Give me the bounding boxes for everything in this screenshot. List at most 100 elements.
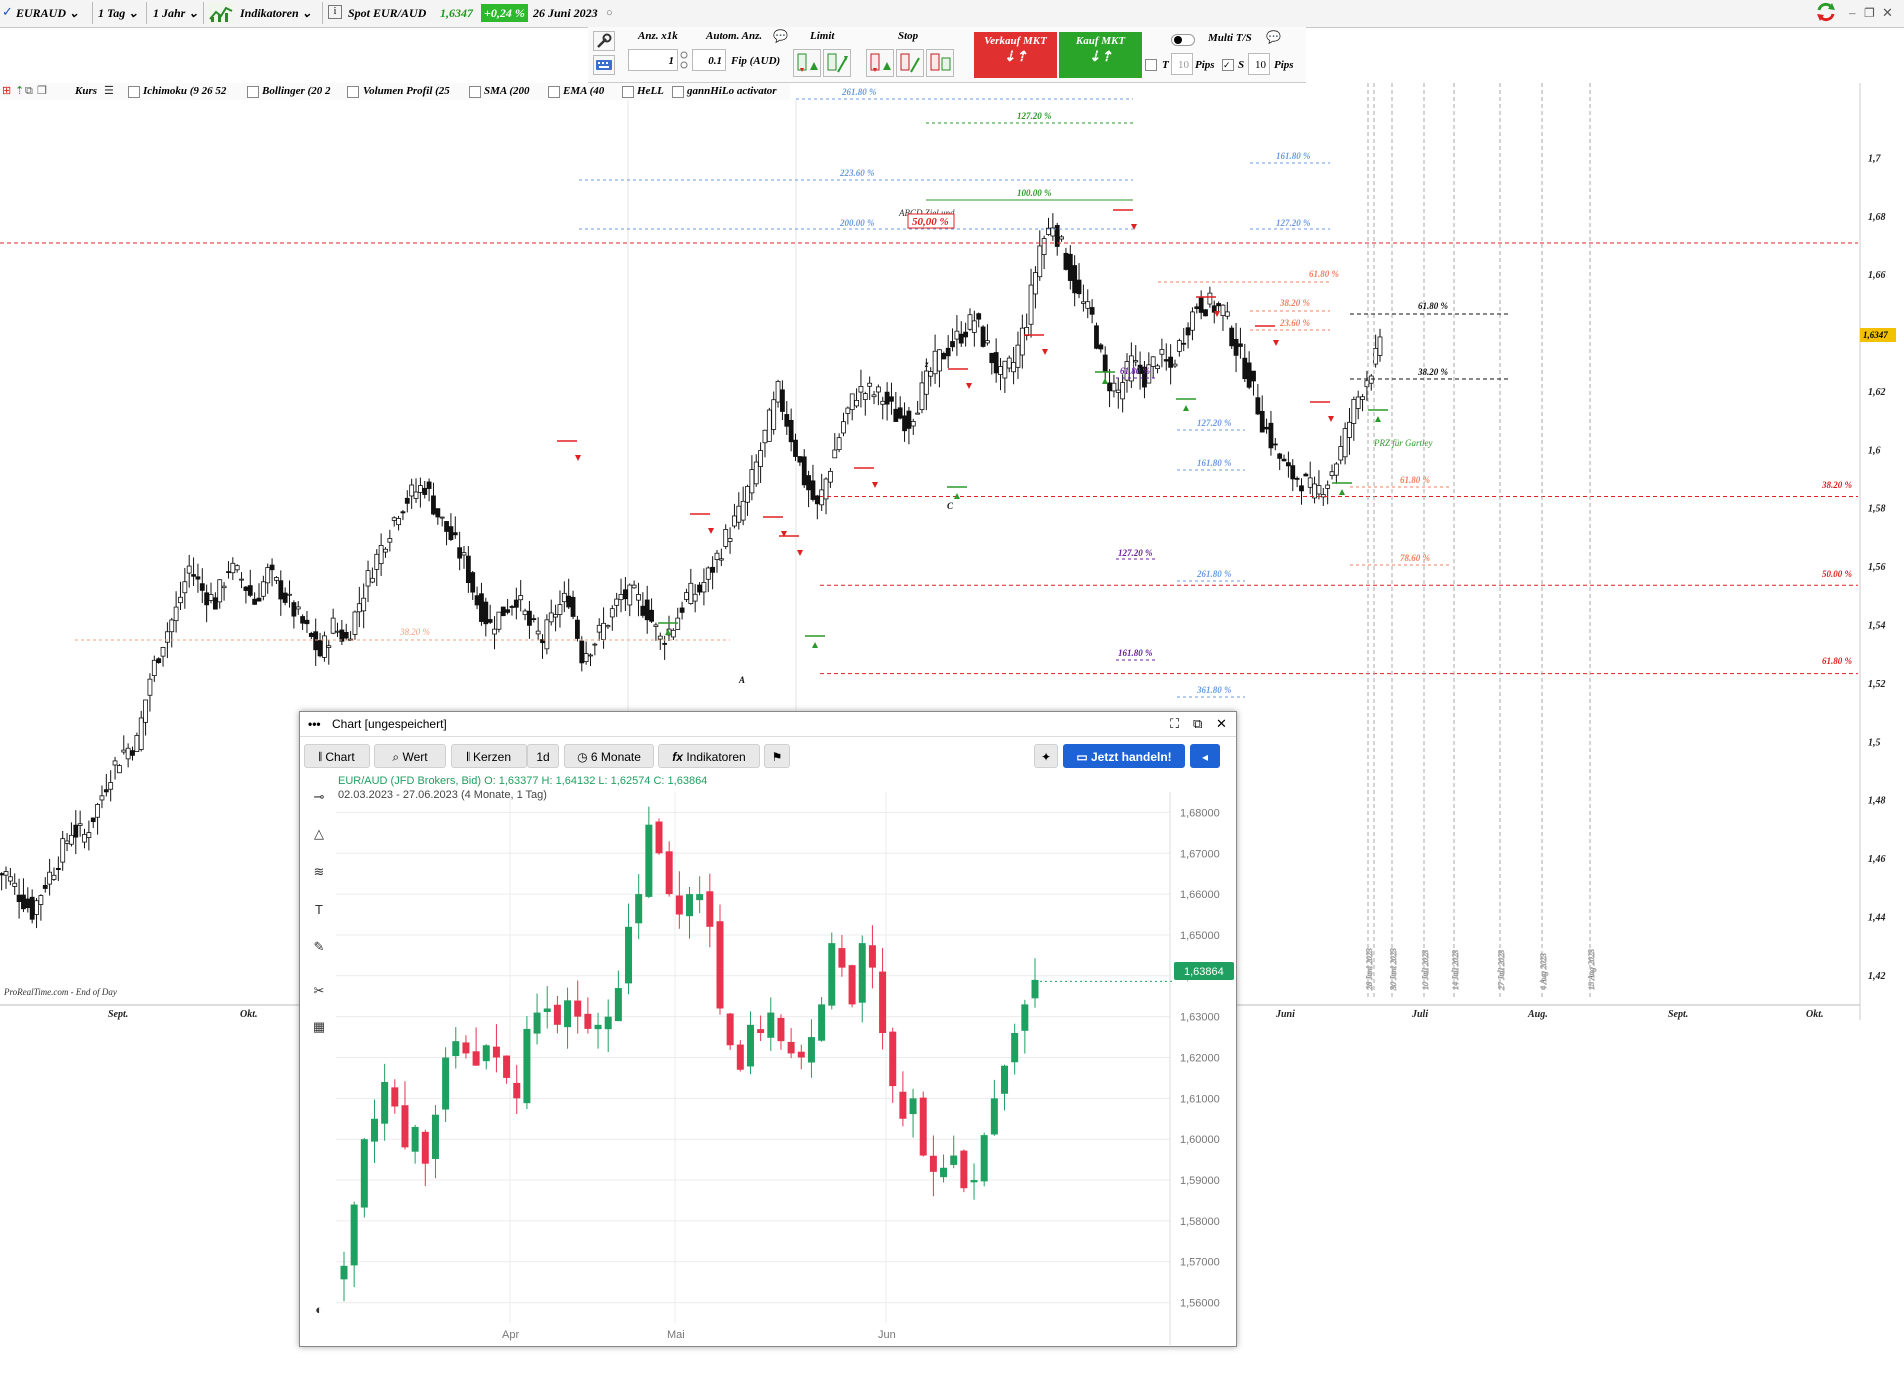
trade-now-button[interactable]: ▭ Jetzt handeln! [1063,744,1185,768]
month-label: Okt. [1806,1009,1824,1020]
popout-icon[interactable]: ⧉ [1193,712,1202,736]
chat-bubble-icon[interactable]: 💬 [773,29,788,44]
main-candle [278,580,284,600]
chart-type-button[interactable]: 𝄃 Chart [304,744,370,768]
main-candle [1224,311,1230,317]
main-candle [941,353,947,360]
main-candle [684,592,689,600]
main-candle [862,393,868,400]
main-candle [121,749,127,753]
main-candle [875,386,881,393]
panel-candle [350,1204,358,1266]
interval-button[interactable]: 1d [527,744,559,768]
qty-input[interactable]: 1 [628,49,678,71]
main-candle [431,495,436,515]
symbol-select[interactable]: EURAUD ⌄ [16,4,79,22]
interval-select[interactable]: 1 Tag ⌄ [98,4,138,22]
auto-qty-value: 0.1 [708,55,722,67]
price-axis-tick: 1,56 [1868,562,1886,573]
main-candle [1272,443,1278,446]
main-candle [317,640,323,657]
panel-candle [482,1045,490,1062]
range-label: 1 Jahr [153,6,186,20]
info-icon[interactable]: i [328,5,342,19]
main-candle [854,400,859,407]
main-candle [1019,327,1025,356]
qty-stepper-icon[interactable] [680,49,688,71]
main-candle [34,900,39,915]
stop-trail-icon[interactable] [896,49,924,77]
fullscreen-icon[interactable]: ⛶ [1170,712,1179,736]
main-candle [1037,245,1043,278]
main-candle [322,635,327,658]
sell-market-label: Verkauf MKT [984,35,1047,47]
main-candle [221,585,227,589]
main-candle [828,470,833,483]
main-candle [117,765,122,774]
panel-close-icon[interactable]: ✕ [1216,712,1227,736]
range-button[interactable]: ◷ 6 Monate [564,744,654,768]
panel-candle [1001,1065,1009,1094]
panel-price-chart[interactable]: 1,680001,670001,660001,650001,640001,630… [300,772,1236,1345]
sparkle-icon: ✦ [1040,750,1052,764]
main-candle [404,497,410,504]
search-icon: ⌕ [392,750,400,764]
panel-titlebar: ••• Chart [ungespeichert] ⛶ ⧉ ✕ [300,712,1236,737]
main-candle [69,834,74,845]
main-candle [239,578,244,581]
date-vline-label: 28 Juni 2023 [1365,948,1374,990]
indicators-button[interactable]: fx Indikatoren [658,744,760,768]
main-candle [125,747,131,760]
s-checkbox[interactable]: ✓ [1222,59,1234,71]
minimize-icon[interactable]: – [1849,4,1856,22]
main-candle [86,832,92,838]
panel-menu-icon[interactable]: ••• [308,712,321,736]
auto-qty-input[interactable]: 0.1 [692,49,726,71]
fib-786-orange: 78.60 % [1400,553,1431,563]
main-candle [374,553,380,570]
settings-sparkle-button[interactable]: ✦ [1034,744,1058,768]
buy-market-button[interactable]: Kauf MKT ⇣⇡ [1059,32,1142,78]
s-input[interactable]: 10 [1248,53,1270,75]
stop-buy-icon[interactable] [866,49,894,77]
main-candle [1085,301,1091,309]
restore-icon[interactable]: ❐ [1864,4,1875,22]
close-window-icon[interactable]: ✕ [1882,4,1893,22]
main-candle [29,896,35,920]
main-candle [7,876,13,882]
main-candle [950,341,955,348]
main-candle [675,617,681,630]
main-candle [963,331,969,338]
collapse-button[interactable]: ◂ [1190,744,1220,768]
candles-button[interactable]: 𝄃 Kerzen [451,744,527,768]
menu-check-icon[interactable]: ✓ [2,3,13,21]
multi-chat-icon[interactable]: 💬 [1266,30,1281,45]
limit-sell-icon[interactable] [823,49,851,77]
stop-sell-icon[interactable] [926,49,954,77]
multi-ts-toggle[interactable] [1171,34,1195,46]
refresh-arrows-icon[interactable] [1815,1,1837,23]
panel-candle [594,1024,602,1030]
t-input[interactable]: 10 [1171,53,1193,75]
point-c: C [947,501,954,511]
main-candle [199,583,205,591]
price-axis-tick: 1,48 [1868,796,1886,807]
wrench-icon[interactable] [593,31,615,51]
main-candle [82,834,87,843]
price-axis-tick: 1,58 [1868,504,1886,515]
t-checkbox[interactable] [1145,59,1157,71]
main-candle [1002,360,1008,379]
main-candle [274,577,279,581]
limit-buy-icon[interactable] [793,49,821,77]
indicators-menu[interactable]: Indikatoren ⌄ [240,4,312,22]
range-select[interactable]: 1 Jahr ⌄ [153,4,198,22]
main-candle [330,617,336,634]
keyboard-icon[interactable] [593,55,615,75]
main-candle [21,894,26,910]
bookmark-button[interactable]: ⚑ [764,744,790,768]
sell-market-button[interactable]: Verkauf MKT ⇣⇡ [974,32,1057,78]
symbol-search-button[interactable]: ⌕ Wert [374,744,446,768]
prz-gartley-label: PRZ für Gartley [1373,438,1433,448]
indicators-chart-icon[interactable] [208,3,234,23]
main-candle [910,421,916,427]
